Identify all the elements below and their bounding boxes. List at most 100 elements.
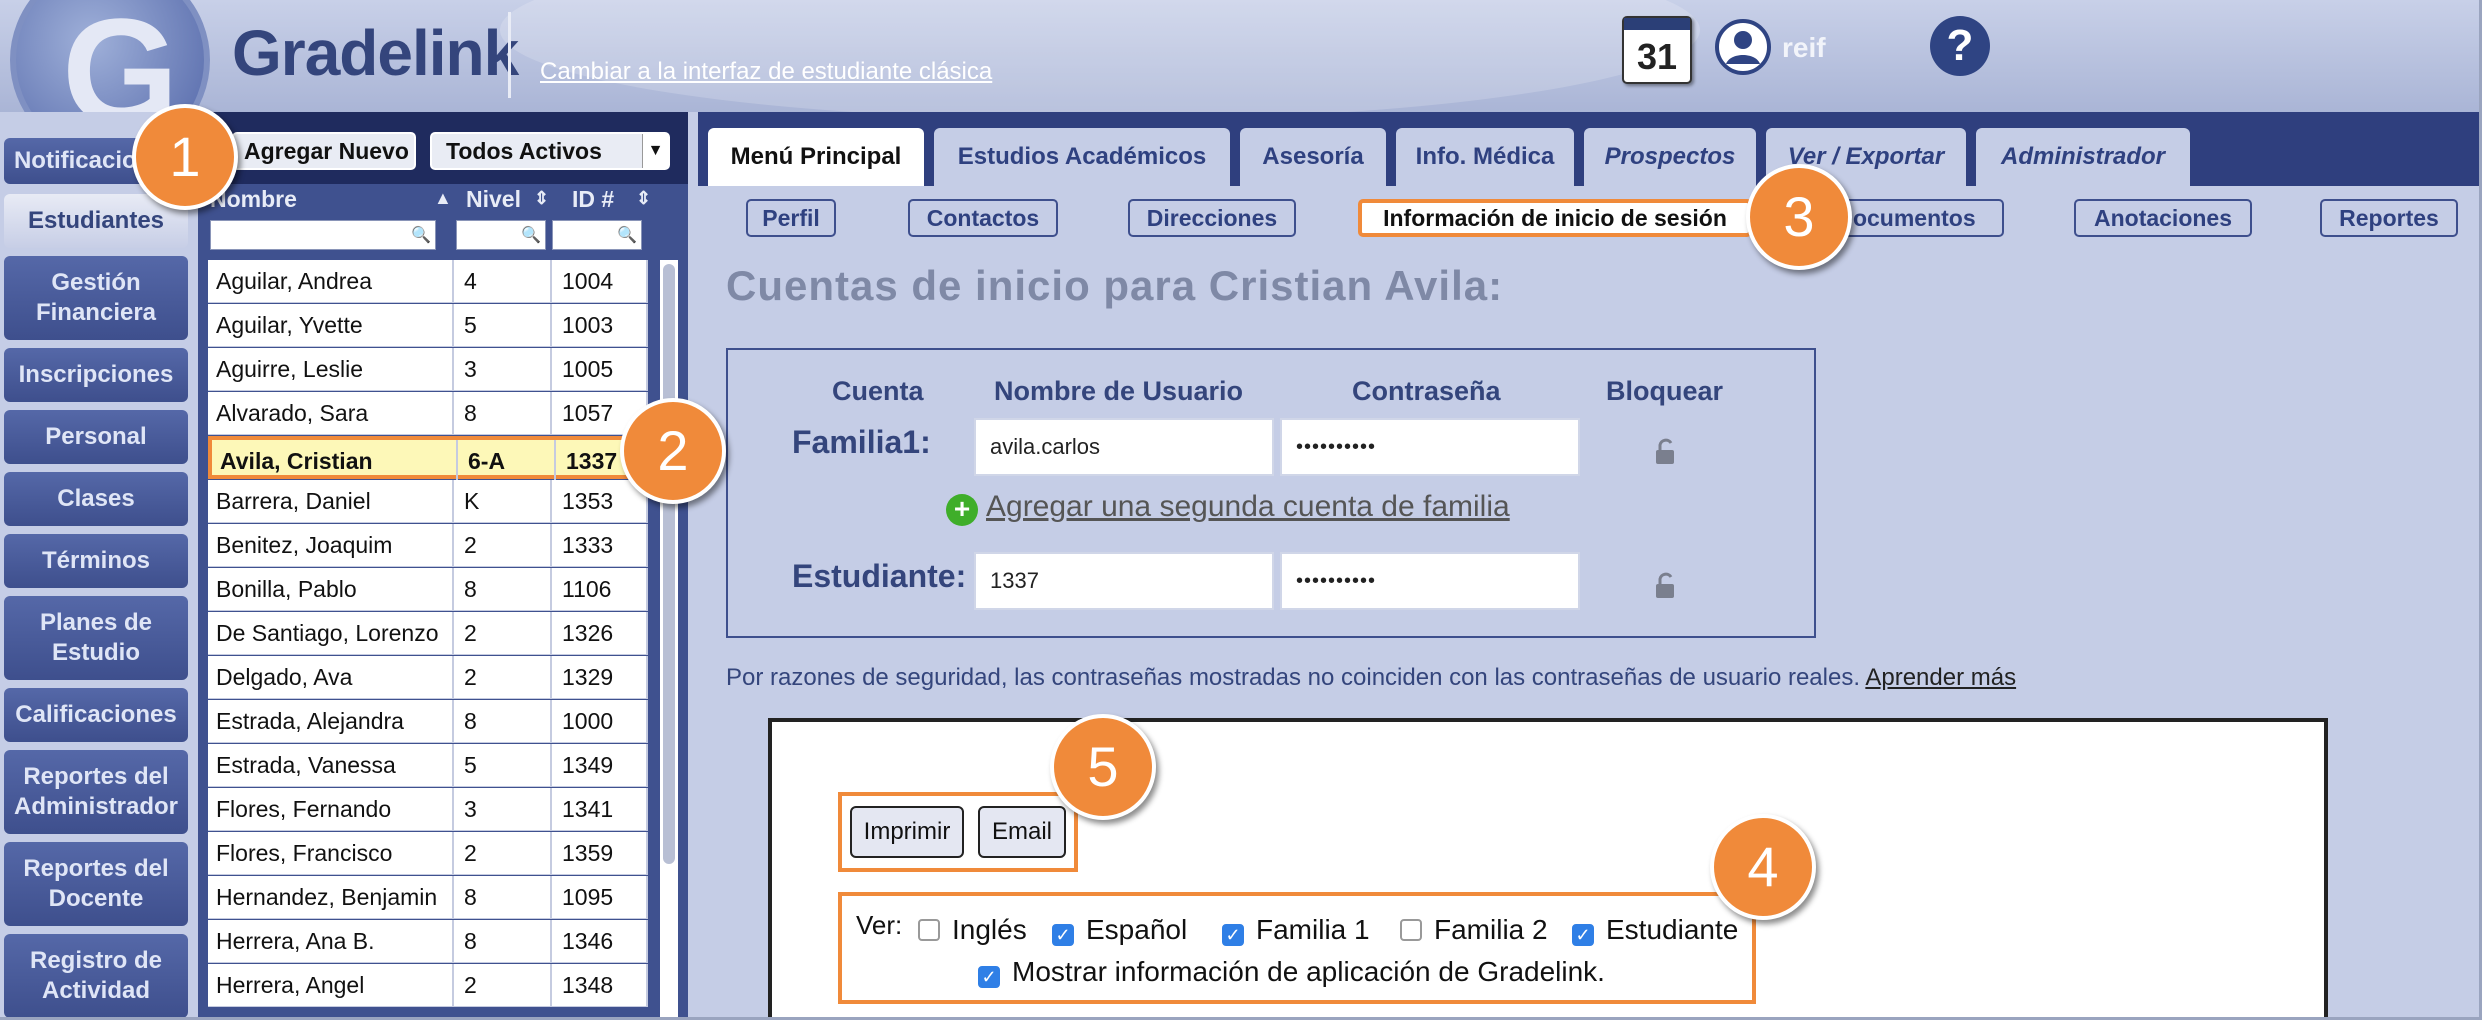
- student-list-header: Nombre ▲ Nivel ⇕ ID # ⇕: [208, 186, 651, 218]
- table-row[interactable]: Hernandez, Benjamin 8 1095: [208, 876, 648, 919]
- table-row[interactable]: Barrera, Daniel K 1353: [208, 480, 648, 523]
- table-row[interactable]: Aguilar, Andrea 4 1004: [208, 260, 648, 303]
- cell-name: Flores, Fernando: [208, 788, 454, 831]
- option-label: Español: [1086, 914, 1188, 945]
- sidebar-item-gestion-financiera[interactable]: Gestión Financiera: [4, 256, 188, 340]
- cell-level: 2: [456, 612, 552, 655]
- name-search-input[interactable]: 🔍: [210, 220, 436, 250]
- checkbox-icon[interactable]: [1400, 919, 1422, 941]
- subtab-perfil[interactable]: Perfil: [746, 199, 836, 237]
- cell-name: De Santiago, Lorenzo: [208, 612, 454, 655]
- table-row[interactable]: Alvarado, Sara 8 1057: [208, 392, 648, 435]
- help-icon[interactable]: ?: [1930, 16, 1990, 76]
- table-row-selected[interactable]: Avila, Cristian 6-A 1337: [208, 436, 652, 483]
- family-password-field[interactable]: ••••••••••: [1280, 418, 1580, 476]
- table-row[interactable]: Delgado, Ava 2 1329: [208, 656, 648, 699]
- sidebar-item-personal[interactable]: Personal: [4, 410, 188, 464]
- table-row[interactable]: Aguirre, Leslie 3 1005: [208, 348, 648, 391]
- student-account-label: Estudiante:: [792, 558, 967, 594]
- table-row[interactable]: Herrera, Ana B. 8 1346: [208, 920, 648, 963]
- table-row[interactable]: Herrera, Angel 2 1348: [208, 964, 648, 1007]
- family-account-label: Familia1:: [792, 424, 931, 460]
- option-familia-2[interactable]: Familia 2: [1400, 914, 1548, 946]
- cell-id: 1349: [554, 744, 648, 787]
- family-username-field[interactable]: avila.carlos: [974, 418, 1274, 476]
- header-wave: [500, 0, 1700, 112]
- cell-level: 5: [456, 744, 552, 787]
- add-new-button[interactable]: Agregar Nuevo: [232, 132, 416, 170]
- checkbox-checked-icon[interactable]: ✓: [1222, 924, 1244, 946]
- id-search-input[interactable]: 🔍: [552, 220, 642, 250]
- view-label: Ver:: [856, 910, 903, 940]
- sidebar-item-inscripciones[interactable]: Inscripciones: [4, 348, 188, 402]
- column-header-id[interactable]: ID #: [572, 186, 614, 213]
- table-row[interactable]: Aguilar, Yvette 5 1003: [208, 304, 648, 347]
- cell-id: 1004: [554, 260, 648, 303]
- cell-level: 2: [456, 832, 552, 875]
- email-button[interactable]: Email: [978, 806, 1066, 858]
- table-row[interactable]: Benitez, Joaquim 2 1333: [208, 524, 648, 567]
- tab-asesoria[interactable]: Asesoría: [1240, 128, 1386, 186]
- subtab-direcciones[interactable]: Direcciones: [1128, 199, 1296, 237]
- table-row[interactable]: Flores, Francisco 2 1359: [208, 832, 648, 875]
- student-password-field[interactable]: ••••••••••: [1280, 552, 1580, 610]
- unlock-icon[interactable]: [1654, 572, 1676, 600]
- checkbox-checked-icon[interactable]: ✓: [978, 966, 1000, 988]
- sidebar-item-reportes-administrador[interactable]: Reportes del Administrador: [4, 750, 188, 834]
- tab-info-medica[interactable]: Info. Médica: [1396, 128, 1574, 186]
- student-filter-select[interactable]: Todos Activos ▼: [430, 132, 670, 170]
- tab-menu-principal[interactable]: Menú Principal: [708, 128, 924, 186]
- sidebar-item-clases[interactable]: Clases: [4, 472, 188, 526]
- sidebar-item-registro-actividad[interactable]: Registro de Actividad: [4, 934, 188, 1017]
- checkbox-icon[interactable]: [918, 919, 940, 941]
- tab-estudios-academicos[interactable]: Estudios Académicos: [934, 128, 1230, 186]
- cell-level: 8: [456, 568, 552, 611]
- chevron-down-icon[interactable]: ▼: [642, 134, 668, 168]
- scrollbar-thumb[interactable]: [663, 264, 675, 864]
- sort-asc-icon[interactable]: ▲: [434, 188, 452, 209]
- option-app-info[interactable]: ✓ Mostrar información de aplicación de Gr…: [978, 956, 1605, 988]
- sort-both-icon[interactable]: ⇕: [534, 188, 549, 209]
- checkbox-checked-icon[interactable]: ✓: [1572, 924, 1594, 946]
- level-search-input[interactable]: 🔍: [456, 220, 546, 250]
- student-filter-value: Todos Activos: [446, 138, 602, 164]
- table-row[interactable]: Bonilla, Pablo 8 1106: [208, 568, 648, 611]
- subtab-anotaciones[interactable]: Anotaciones: [2074, 199, 2252, 237]
- print-button[interactable]: Imprimir: [850, 806, 964, 858]
- table-row[interactable]: Flores, Fernando 3 1341: [208, 788, 648, 831]
- sidebar-item-calificaciones[interactable]: Calificaciones: [4, 688, 188, 742]
- cell-id: 1095: [554, 876, 648, 919]
- column-header-level[interactable]: Nivel: [466, 186, 521, 213]
- subtab-reportes[interactable]: Reportes: [2320, 199, 2458, 237]
- table-row[interactable]: De Santiago, Lorenzo 2 1326: [208, 612, 648, 655]
- option-espanol[interactable]: ✓ Español: [1052, 914, 1187, 946]
- table-row[interactable]: Estrada, Alejandra 8 1000: [208, 700, 648, 743]
- checkbox-checked-icon[interactable]: ✓: [1052, 924, 1074, 946]
- option-ingles[interactable]: Inglés: [918, 914, 1027, 946]
- calendar-icon[interactable]: 31: [1622, 16, 1692, 84]
- option-familia-1[interactable]: ✓ Familia 1: [1222, 914, 1370, 946]
- student-list-scrollbar[interactable]: [660, 260, 678, 1017]
- switch-interface-link[interactable]: Cambiar a la interfaz de estudiante clás…: [540, 58, 992, 86]
- subtab-informacion-inicio-sesion[interactable]: Información de inicio de sesión: [1358, 199, 1752, 237]
- cell-name: Aguilar, Andrea: [208, 260, 454, 303]
- sidebar-item-planes-de-estudio[interactable]: Planes de Estudio: [4, 596, 188, 680]
- callout-badge-2: 2: [620, 398, 726, 504]
- print-preview-area: Imprimir Email Ver: Inglés ✓ Español ✓ Fam…: [768, 718, 2328, 1017]
- student-username-field[interactable]: 1337: [974, 552, 1274, 610]
- option-estudiante[interactable]: ✓ Estudiante: [1572, 914, 1738, 946]
- user-icon[interactable]: [1714, 18, 1772, 76]
- sidebar-item-terminos[interactable]: Términos: [4, 534, 188, 588]
- sidebar-item-reportes-docente[interactable]: Reportes del Docente: [4, 842, 188, 926]
- subtab-contactos[interactable]: Contactos: [908, 199, 1058, 237]
- learn-more-link[interactable]: Aprender más: [1865, 664, 2016, 691]
- tab-prospectos[interactable]: Prospectos: [1584, 128, 1756, 186]
- logo-g-icon: G: [62, 0, 179, 112]
- sort-both-icon[interactable]: ⇕: [636, 188, 651, 209]
- cell-name: Benitez, Joaquim: [208, 524, 454, 567]
- user-name[interactable]: reif: [1782, 32, 1826, 64]
- add-second-family-link[interactable]: + Agregar una segunda cuenta de familia: [946, 490, 1510, 526]
- tab-administrador[interactable]: Administrador: [1976, 128, 2190, 186]
- unlock-icon[interactable]: [1654, 438, 1676, 466]
- table-row[interactable]: Estrada, Vanessa 5 1349: [208, 744, 648, 787]
